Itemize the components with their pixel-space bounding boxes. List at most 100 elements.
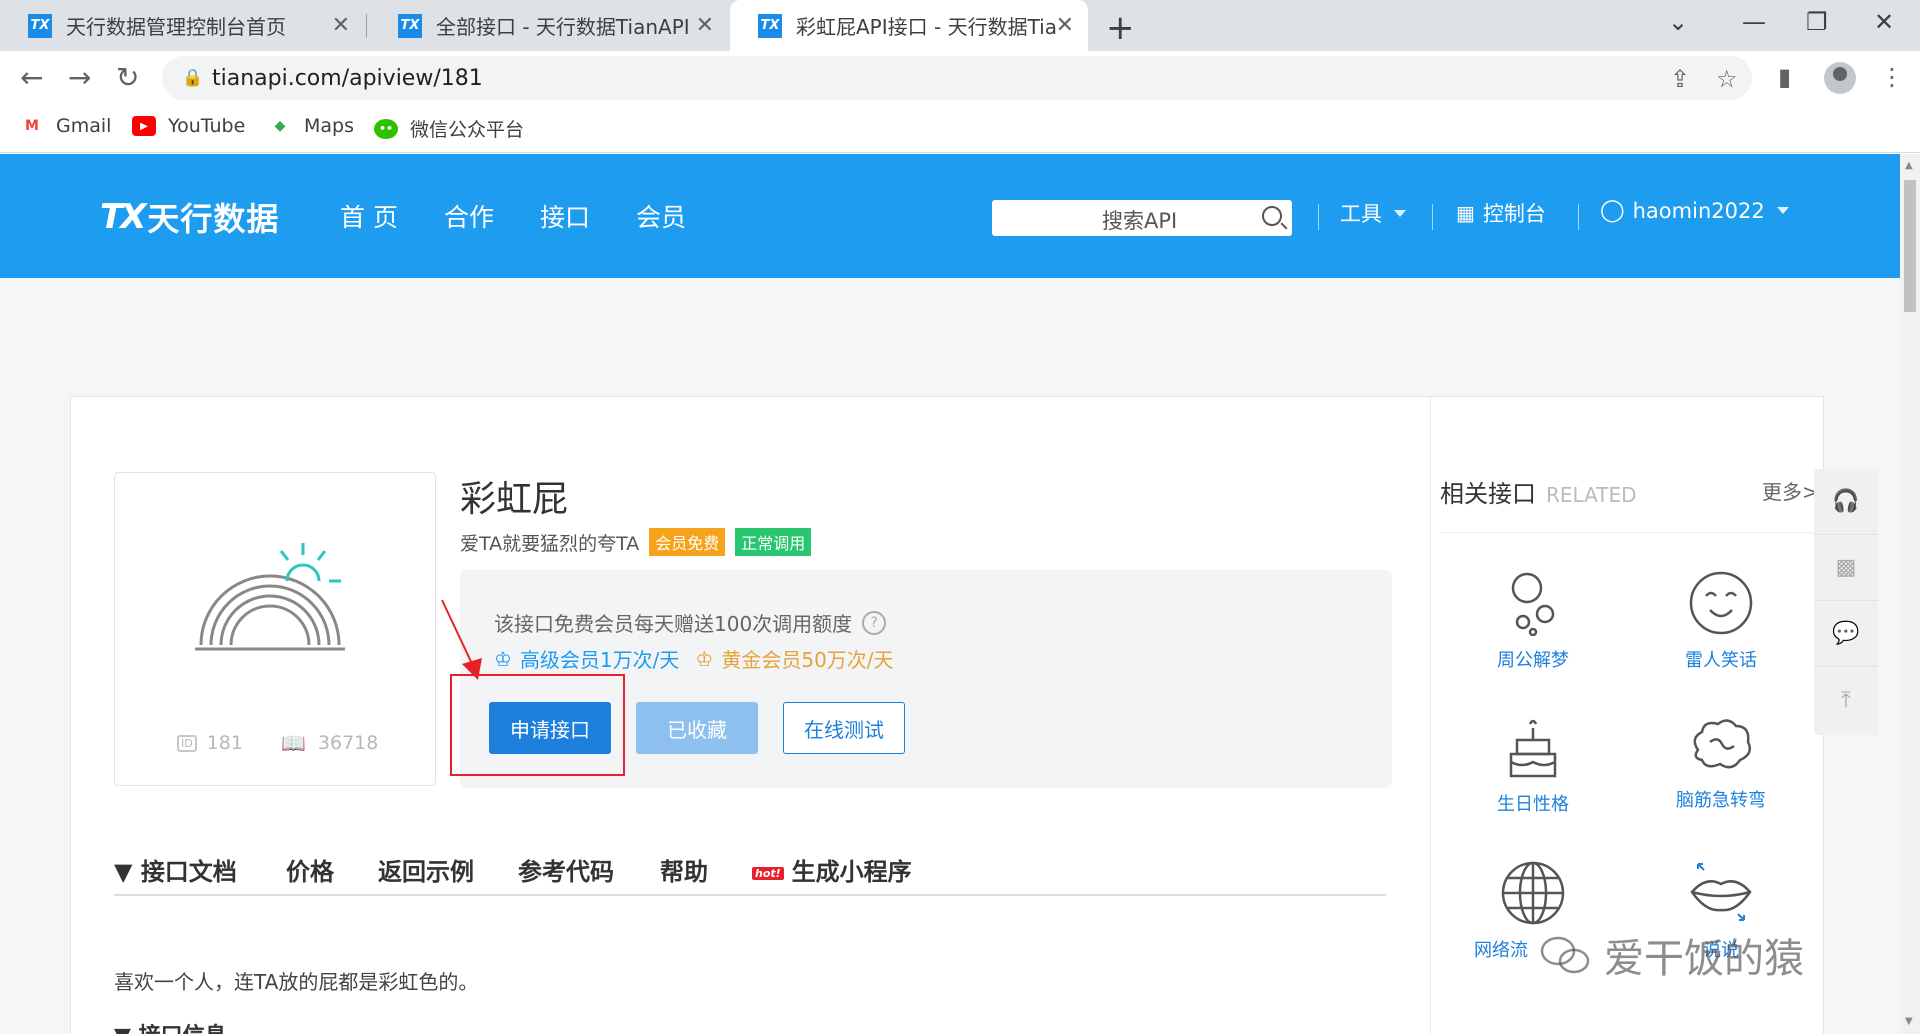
nav-user-dropdown[interactable]: ◯ haomin2022 — [1600, 198, 1789, 223]
browser-tab-bar: TX 天行数据管理控制台首页 ✕ TX 全部接口 - 天行数据TianAPI ✕… — [0, 0, 1920, 51]
wechat-icon: •• — [374, 118, 398, 139]
qrcode-icon[interactable]: ▩ — [1814, 535, 1878, 601]
tab-title: 彩虹屁API接口 - 天行数据TianAPI — [796, 15, 1056, 39]
bookmarks-bar: M Gmail ▶ YouTube ◆ Maps •• 微信公众平台 — [0, 105, 1920, 153]
free-badge: 会员免费 — [649, 528, 726, 556]
bookmark-youtube[interactable]: ▶ YouTube — [132, 115, 245, 137]
page-scrollbar[interactable]: ▲ ▼ — [1900, 154, 1920, 1034]
favorited-button[interactable]: 已收藏 — [636, 702, 758, 754]
bookmark-label: Gmail — [56, 115, 112, 137]
menu-kebab-icon[interactable]: ⋮ — [1880, 63, 1904, 91]
globe-icon — [1501, 861, 1565, 925]
search-placeholder: 搜索API — [1102, 209, 1178, 233]
related-divider — [1440, 532, 1824, 533]
chat-bubble-icon[interactable]: 💬 — [1814, 601, 1878, 667]
bookmark-wechat[interactable]: •• 微信公众平台 — [374, 115, 524, 142]
online-test-button[interactable]: 在线测试 — [783, 702, 905, 754]
related-item-label: 生日性格 — [1497, 794, 1569, 815]
customer-service-icon[interactable]: 🎧 — [1814, 469, 1878, 535]
related-item[interactable]: 雷人笑话 — [1656, 570, 1786, 672]
user-icon: ◯ — [1600, 198, 1625, 223]
bookmark-maps[interactable]: ◆ Maps — [268, 115, 354, 137]
youtube-icon: ▶ — [132, 116, 156, 136]
bookmark-label: Maps — [304, 115, 354, 137]
back-to-top-icon[interactable]: ⤒ — [1814, 667, 1878, 733]
nav-tools-dropdown[interactable]: 工具 — [1340, 198, 1406, 228]
scroll-up-icon[interactable]: ▲ — [1905, 160, 1913, 171]
doc-tabs-underline — [114, 894, 1386, 896]
nav-cooperation[interactable]: 合作 — [444, 198, 494, 234]
share-icon[interactable]: ⇪ — [1670, 65, 1690, 93]
related-item-label: 周公解梦 — [1497, 650, 1569, 671]
tianapi-favicon-icon: TX — [28, 13, 52, 38]
nav-membership[interactable]: 会员 — [636, 198, 686, 234]
gold-tier-link[interactable]: ♔ 黄金会员50万次/天 — [695, 644, 893, 673]
gmail-icon: M — [25, 118, 39, 134]
bookmark-gmail[interactable]: M Gmail — [20, 115, 111, 137]
related-item[interactable]: 生日性格 — [1468, 716, 1598, 816]
help-question-icon[interactable]: ? — [862, 610, 887, 635]
minimize-icon[interactable]: — — [1742, 8, 1766, 36]
nav-home[interactable]: 首 页 — [340, 198, 398, 234]
nav-console[interactable]: ▦ 控制台 — [1456, 198, 1546, 228]
nav-divider — [1318, 204, 1319, 230]
side-panel-icon[interactable]: ▮ — [1778, 63, 1791, 91]
tier-senior-label: 高级会员1万次/天 — [519, 648, 680, 672]
crown-icon: ♔ — [494, 646, 512, 671]
section-heading-api-info[interactable]: ▼ 接口信息 — [114, 1018, 227, 1034]
profile-avatar[interactable] — [1824, 62, 1856, 94]
site-header: TX 天行数据 首 页 合作 接口 会员 搜索API 工具 ▦ 控制台 ◯ ha… — [0, 154, 1920, 278]
logo-mark-icon: TX — [100, 197, 146, 237]
tab-response-example[interactable]: 返回示例 — [378, 852, 474, 887]
status-badge: 正常调用 — [735, 528, 812, 556]
browser-tab-console[interactable]: TX 天行数据管理控制台首页 ✕ — [0, 0, 364, 51]
related-item[interactable]: 周公解梦 — [1468, 570, 1598, 672]
senior-tier-link[interactable]: ♔ 高级会员1万次/天 — [494, 644, 679, 673]
close-icon[interactable]: ✕ — [696, 13, 714, 38]
cake-icon — [1509, 719, 1557, 778]
address-bar[interactable]: 🔒 tianapi.com/apiview/181 ⇪ ☆ — [162, 56, 1752, 100]
tools-label: 工具 — [1340, 202, 1382, 226]
tab-mini-program[interactable]: hot! 生成小程序 — [752, 852, 912, 887]
new-tab-icon[interactable]: + — [1106, 8, 1135, 48]
nav-divider — [1432, 204, 1433, 230]
related-more-link[interactable]: 更多> — [1762, 476, 1819, 505]
bookmark-star-icon[interactable]: ☆ — [1716, 65, 1738, 93]
maximize-icon[interactable]: ❐ — [1806, 8, 1828, 36]
related-item[interactable]: 脑筋急转弯 — [1656, 716, 1786, 812]
api-id: 181 — [206, 732, 243, 754]
forward-arrow-icon[interactable]: → — [68, 61, 91, 94]
related-item-label: 雷人笑话 — [1685, 650, 1757, 671]
api-stats: ID 181 📖 36718 — [177, 731, 378, 755]
tab-pricing[interactable]: 价格 — [286, 852, 334, 887]
id-icon: ID — [177, 734, 197, 752]
back-arrow-icon[interactable]: ← — [20, 61, 43, 94]
lock-icon: 🔒 — [182, 68, 204, 88]
window-close-icon[interactable]: ✕ — [1874, 8, 1894, 36]
tier-gold-label: 黄金会员50万次/天 — [721, 648, 894, 672]
quota-note-row: 该接口免费会员每天赠送100次调用额度 ? — [494, 608, 887, 637]
browser-tab-all-apis[interactable]: TX 全部接口 - 天行数据TianAPI ✕ — [370, 0, 728, 51]
annotation-highlight-box — [450, 674, 625, 776]
tab-reference-code[interactable]: 参考代码 — [518, 852, 614, 887]
site-logo[interactable]: TX 天行数据 — [100, 194, 279, 240]
tab-api-docs[interactable]: ▼ 接口文档 — [114, 852, 237, 887]
search-icon[interactable] — [1262, 206, 1282, 226]
scroll-down-icon[interactable]: ▼ — [1905, 1016, 1913, 1027]
reload-icon[interactable]: ↻ — [116, 61, 139, 94]
api-views: 36718 — [317, 732, 379, 754]
nav-apis[interactable]: 接口 — [540, 198, 590, 234]
api-search-input[interactable]: 搜索API — [992, 200, 1292, 236]
related-item-label: 脑筋急转弯 — [1676, 790, 1766, 811]
browser-tab-active[interactable]: TX 彩虹屁API接口 - 天行数据TianAPI ✕ — [730, 0, 1088, 51]
scrollbar-thumb[interactable] — [1904, 180, 1916, 312]
api-thumbnail: ID 181 📖 36718 — [114, 472, 436, 786]
tier-row: ♔ 高级会员1万次/天 ♔ 黄金会员50万次/天 — [494, 644, 894, 673]
tab-help[interactable]: 帮助 — [660, 852, 708, 887]
tab-search-chevron-icon[interactable]: ⌄ — [1668, 8, 1688, 36]
close-icon[interactable]: ✕ — [332, 13, 350, 38]
close-icon[interactable]: ✕ — [1056, 13, 1074, 38]
url-text[interactable]: tianapi.com/apiview/181 — [212, 66, 483, 91]
watermark: 爱干饭的猿 — [1540, 926, 1804, 984]
tianapi-favicon-icon: TX — [398, 13, 422, 38]
